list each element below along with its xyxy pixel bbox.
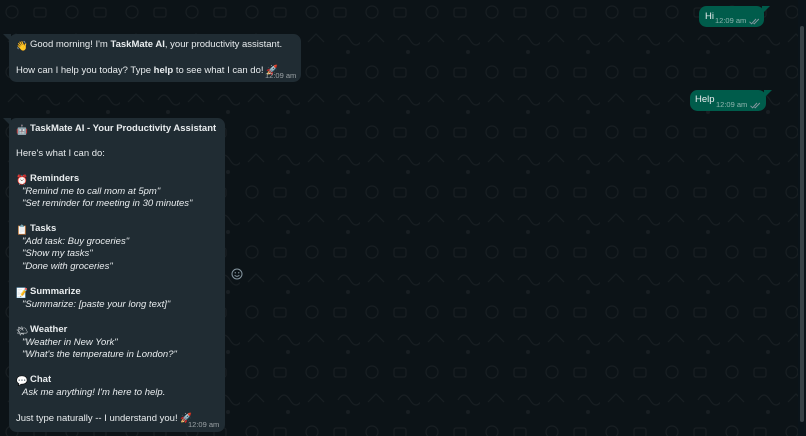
alarm-clock-icon: ⏰	[16, 175, 28, 186]
bot-name: TaskMate AI	[110, 39, 165, 50]
section-heading-tasks: 📋 Tasks	[16, 223, 56, 236]
greeting-text: Good morning! I'm	[30, 39, 111, 50]
message-time: 12:09 am	[716, 100, 748, 109]
reaction-smiley-icon[interactable]	[231, 268, 243, 280]
message-text: Help	[695, 94, 715, 105]
example-text: "Weather in New York"	[22, 337, 118, 348]
section-title: Weather	[30, 324, 68, 335]
outgoing-message-help[interactable]: Help 12:09 am	[690, 90, 772, 112]
section-heading-reminders: ⏰ Reminders	[16, 173, 79, 186]
incoming-message-help-menu[interactable]: 🤖 TaskMate AI - Your Productivity Assista…	[3, 118, 225, 432]
example-text: "Done with groceries"	[22, 261, 113, 272]
message-time: 12:09 am	[265, 71, 297, 80]
message-time: 12:09 am	[188, 420, 220, 429]
scrollbar-thumb[interactable]	[800, 26, 804, 422]
greeting-prompt: How can I help you today? Type	[16, 65, 154, 76]
section-title: Tasks	[30, 223, 57, 234]
help-title: TaskMate AI - Your Productivity Assistan…	[30, 123, 217, 134]
section-heading-weather: 🌤 Weather	[16, 324, 67, 337]
example-text: "Show my tasks"	[22, 248, 93, 259]
help-footer: Just type naturally -- I understand you!…	[16, 413, 193, 424]
chat-area: Hi 12:09 am 👋 Good morning! I'm TaskMate …	[0, 0, 798, 436]
example-text: "What's the temperature in London?"	[22, 349, 177, 360]
incoming-message-greeting[interactable]: 👋 Good morning! I'm TaskMate AI, your pro…	[3, 34, 301, 82]
message-meta: 12:09 am	[716, 99, 762, 112]
waving-hand-icon: 👋	[16, 41, 28, 52]
double-check-icon	[750, 102, 761, 109]
section-title: Summarize	[30, 286, 81, 297]
example-text: Ask me anything! I'm here to help.	[22, 387, 166, 398]
section-title: Chat	[30, 374, 52, 385]
bubble-tail	[762, 6, 770, 14]
help-title-line: 🤖 TaskMate AI - Your Productivity Assista…	[16, 123, 216, 136]
example-text: "Summarize: [paste your long text]"	[22, 299, 171, 310]
help-keyword: help	[153, 65, 174, 76]
memo-icon: 📝	[16, 288, 28, 299]
example-text: "Remind me to call mom at 5pm"	[22, 186, 161, 197]
help-intro: Here's what I can do:	[16, 148, 105, 159]
bubble-tail	[3, 118, 11, 126]
outgoing-message-hi[interactable]: Hi 12:09 am	[699, 6, 770, 28]
chat-scrollbar[interactable]	[798, 0, 806, 436]
example-text: "Add task: Buy groceries"	[22, 236, 130, 247]
section-heading-summarize: 📝 Summarize	[16, 286, 81, 299]
greeting-prompt-tail: to see what I can do! 🚀	[173, 65, 278, 76]
message-meta: 12:09 am	[715, 15, 761, 28]
message-time: 12:09 am	[715, 16, 747, 25]
section-title: Reminders	[30, 173, 80, 184]
bubble-tail	[3, 34, 11, 42]
section-heading-chat: 💬 Chat	[16, 374, 51, 387]
double-check-icon	[749, 18, 760, 25]
robot-icon: 🤖	[16, 125, 28, 136]
clipboard-icon: 📋	[16, 225, 28, 236]
example-text: "Set reminder for meeting in 30 minutes"	[22, 198, 193, 209]
message-text: Hi	[705, 11, 714, 22]
bubble-tail	[764, 90, 772, 98]
sun-behind-cloud-icon: 🌤	[16, 326, 29, 337]
greeting-line-2: How can I help you today? Type help to s…	[16, 65, 278, 78]
greeting-line-1: 👋 Good morning! I'm TaskMate AI, your pro…	[16, 39, 282, 52]
speech-bubble-icon: 💬	[16, 376, 28, 387]
greeting-text-tail: , your productivity assistant.	[164, 39, 283, 50]
